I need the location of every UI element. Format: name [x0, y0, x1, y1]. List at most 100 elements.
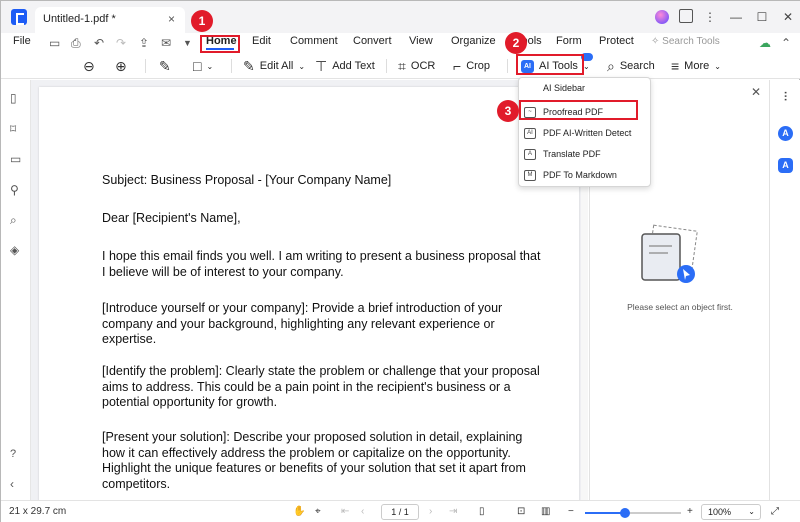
minimize-icon[interactable]: —	[723, 10, 749, 24]
annotation-box-ai-tools	[516, 54, 584, 75]
edit-all-button[interactable]: ✎ Edit All ⌄	[243, 57, 305, 75]
pdf-to-markdown-item[interactable]: M PDF To Markdown	[519, 165, 650, 185]
tab-protect[interactable]: Protect	[599, 35, 634, 47]
fullscreen-icon[interactable]: ⤢	[771, 506, 779, 517]
page-size-label: 21 x 29.7 cm	[9, 506, 67, 517]
zoom-out-status-icon[interactable]: −	[568, 506, 574, 517]
annotation-marker-1: 1	[191, 10, 213, 32]
chevron-down-icon: ⌄	[748, 507, 755, 516]
layers-icon[interactable]: ◈	[10, 244, 22, 256]
close-panel-icon[interactable]: ✕	[751, 85, 761, 99]
cloud-sync-icon[interactable]: ☁	[759, 36, 771, 50]
rectangle-icon: □	[193, 58, 202, 74]
tab-comment[interactable]: Comment	[290, 35, 338, 47]
status-bar: 21 x 29.7 cm ✋ ⌖ ⇤ ‹ 1 / 1 › ⇥ ▯ ⊡ ▥ − +…	[1, 500, 800, 522]
zoom-slider-handle[interactable]	[620, 508, 631, 518]
maximize-icon[interactable]: ☐	[749, 10, 775, 24]
text-box-icon: ⊤	[315, 57, 328, 74]
zoom-level-select[interactable]: 100% ⌄	[701, 504, 761, 520]
search-tools-field[interactable]: ✧ Search Tools	[651, 36, 720, 47]
select-tool-icon[interactable]: ⌖	[315, 506, 321, 517]
page-layout-icon[interactable]: ▥	[541, 506, 550, 517]
help-icon[interactable]: ?	[10, 448, 22, 460]
close-tab-icon[interactable]: ×	[168, 12, 175, 26]
next-page-icon[interactable]: ›	[429, 506, 432, 517]
properties-icon[interactable]: ⫶	[778, 90, 793, 105]
search-icon: ⌕	[607, 57, 615, 74]
pdf-page[interactable]: Subject: Business Proposal - [Your Compa…	[39, 87, 579, 500]
bookmark-icon[interactable]: ⌑	[10, 123, 22, 135]
paragraph-intro: I hope this email finds you well. I am w…	[102, 249, 541, 279]
zoom-in-status-icon[interactable]: +	[687, 506, 693, 517]
quick-access-dropdown-icon[interactable]: ▼	[183, 38, 192, 48]
fit-page-icon[interactable]: ⊡	[517, 506, 525, 517]
toolbar-divider	[386, 59, 387, 73]
attachment-icon[interactable]: ⚲	[10, 184, 22, 196]
ai-written-detect-item[interactable]: AI PDF AI-Written Detect	[519, 123, 650, 143]
more-button[interactable]: ≡ More ⌄	[671, 57, 721, 75]
redo-icon[interactable]: ↷	[116, 36, 126, 50]
tab-organize[interactable]: Organize	[451, 35, 496, 47]
zoom-out-icon: ⊖	[83, 57, 95, 74]
tab-view[interactable]: View	[409, 35, 433, 47]
share-icon[interactable]: ⇪	[139, 36, 149, 50]
toolbar-divider	[507, 59, 508, 73]
toolbar-divider	[231, 59, 232, 73]
search-panel-icon[interactable]: ⌕	[10, 214, 22, 226]
zoom-in-icon: ⊕	[115, 57, 127, 74]
shape-button[interactable]: □ ⌄	[193, 57, 213, 75]
comment-icon[interactable]: ▭	[10, 153, 22, 165]
app-logo-icon	[11, 9, 27, 25]
collapse-ribbon-icon[interactable]: ⌃	[781, 36, 791, 50]
crop-icon: ⌐	[453, 58, 462, 74]
first-page-icon[interactable]: ⇤	[341, 506, 349, 517]
toolbar: ⊖ ⊕ ✎ □ ⌄ ✎ Edit All ⌄ ⊤ Add Text ⌗ OCR ⌐ Crop…	[1, 53, 800, 79]
avatar[interactable]	[655, 10, 669, 24]
paragraph-company: [Introduce yourself or your company]: Pr…	[102, 301, 503, 346]
zoom-slider[interactable]	[585, 508, 681, 518]
empty-selection-illustration	[641, 224, 698, 283]
ocr-button[interactable]: ⌗ OCR	[398, 57, 435, 75]
crop-button[interactable]: ⌐ Crop	[453, 57, 490, 75]
salutation: Dear [Recipient's Name],	[102, 211, 241, 225]
app-window: Untitled-1.pdf * × + ⋮ — ☐ ✕ File ▭ ⎙ ↶ …	[0, 0, 800, 522]
hand-tool-icon[interactable]: ✋	[293, 506, 305, 517]
tab-convert[interactable]: Convert	[353, 35, 392, 47]
mail-icon[interactable]: ✉	[161, 36, 171, 50]
print-icon[interactable]: ⎙	[71, 36, 81, 51]
menu-bar: File ▭ ⎙ ↶ ↷ ⇪ ✉ ▼ Home Edit Comment Con…	[1, 33, 800, 53]
translate-icon: A	[524, 148, 536, 160]
save-icon[interactable]: ▭	[49, 36, 60, 50]
window-controls: ⋮ — ☐ ✕	[697, 1, 800, 33]
translate-pdf-item[interactable]: A Translate PDF	[519, 144, 650, 164]
tab-form[interactable]: Form	[556, 35, 582, 47]
ai-assistant-icon[interactable]: A	[778, 126, 793, 141]
menu-file[interactable]: File	[13, 35, 31, 47]
collapse-sidebar-icon[interactable]: ‹	[10, 478, 22, 490]
subject-line: Subject: Business Proposal - [Your Compa…	[102, 173, 392, 187]
undo-icon[interactable]: ↶	[94, 36, 104, 50]
menu-kebab-icon[interactable]: ⋮	[697, 10, 723, 24]
highlight-button[interactable]: ✎	[159, 57, 171, 75]
translate-sidebar-icon[interactable]: A	[778, 158, 793, 173]
add-text-button[interactable]: ⊤ Add Text	[315, 57, 375, 75]
right-sidebar: ⫶ A A	[769, 80, 800, 500]
left-sidebar: ▯ ⌑ ▭ ⚲ ⌕ ◈ ? ‹	[1, 80, 31, 500]
page-thumbnails-icon[interactable]: ▯	[10, 92, 22, 104]
zoom-in-button[interactable]: ⊕	[115, 57, 127, 75]
search-button[interactable]: ⌕ Search	[607, 57, 655, 75]
message-icon[interactable]	[679, 9, 693, 23]
previous-page-icon[interactable]: ‹	[361, 506, 364, 517]
highlighter-icon: ✎	[159, 57, 171, 74]
tab-edit[interactable]: Edit	[252, 35, 271, 47]
page-number-input[interactable]: 1 / 1	[381, 504, 419, 520]
document-viewer[interactable]: Subject: Business Proposal - [Your Compa…	[31, 80, 588, 500]
title-bar: Untitled-1.pdf * × + ⋮ — ☐ ✕	[1, 1, 800, 33]
document-tab-title: Untitled-1.pdf *	[43, 13, 116, 25]
close-window-icon[interactable]: ✕	[775, 10, 800, 24]
ai-sidebar-item[interactable]: AI Sidebar	[519, 78, 650, 98]
single-page-icon[interactable]: ▯	[479, 506, 485, 517]
last-page-icon[interactable]: ⇥	[449, 506, 457, 517]
document-tab[interactable]: Untitled-1.pdf * ×	[35, 7, 185, 33]
zoom-out-button[interactable]: ⊖	[83, 57, 95, 75]
